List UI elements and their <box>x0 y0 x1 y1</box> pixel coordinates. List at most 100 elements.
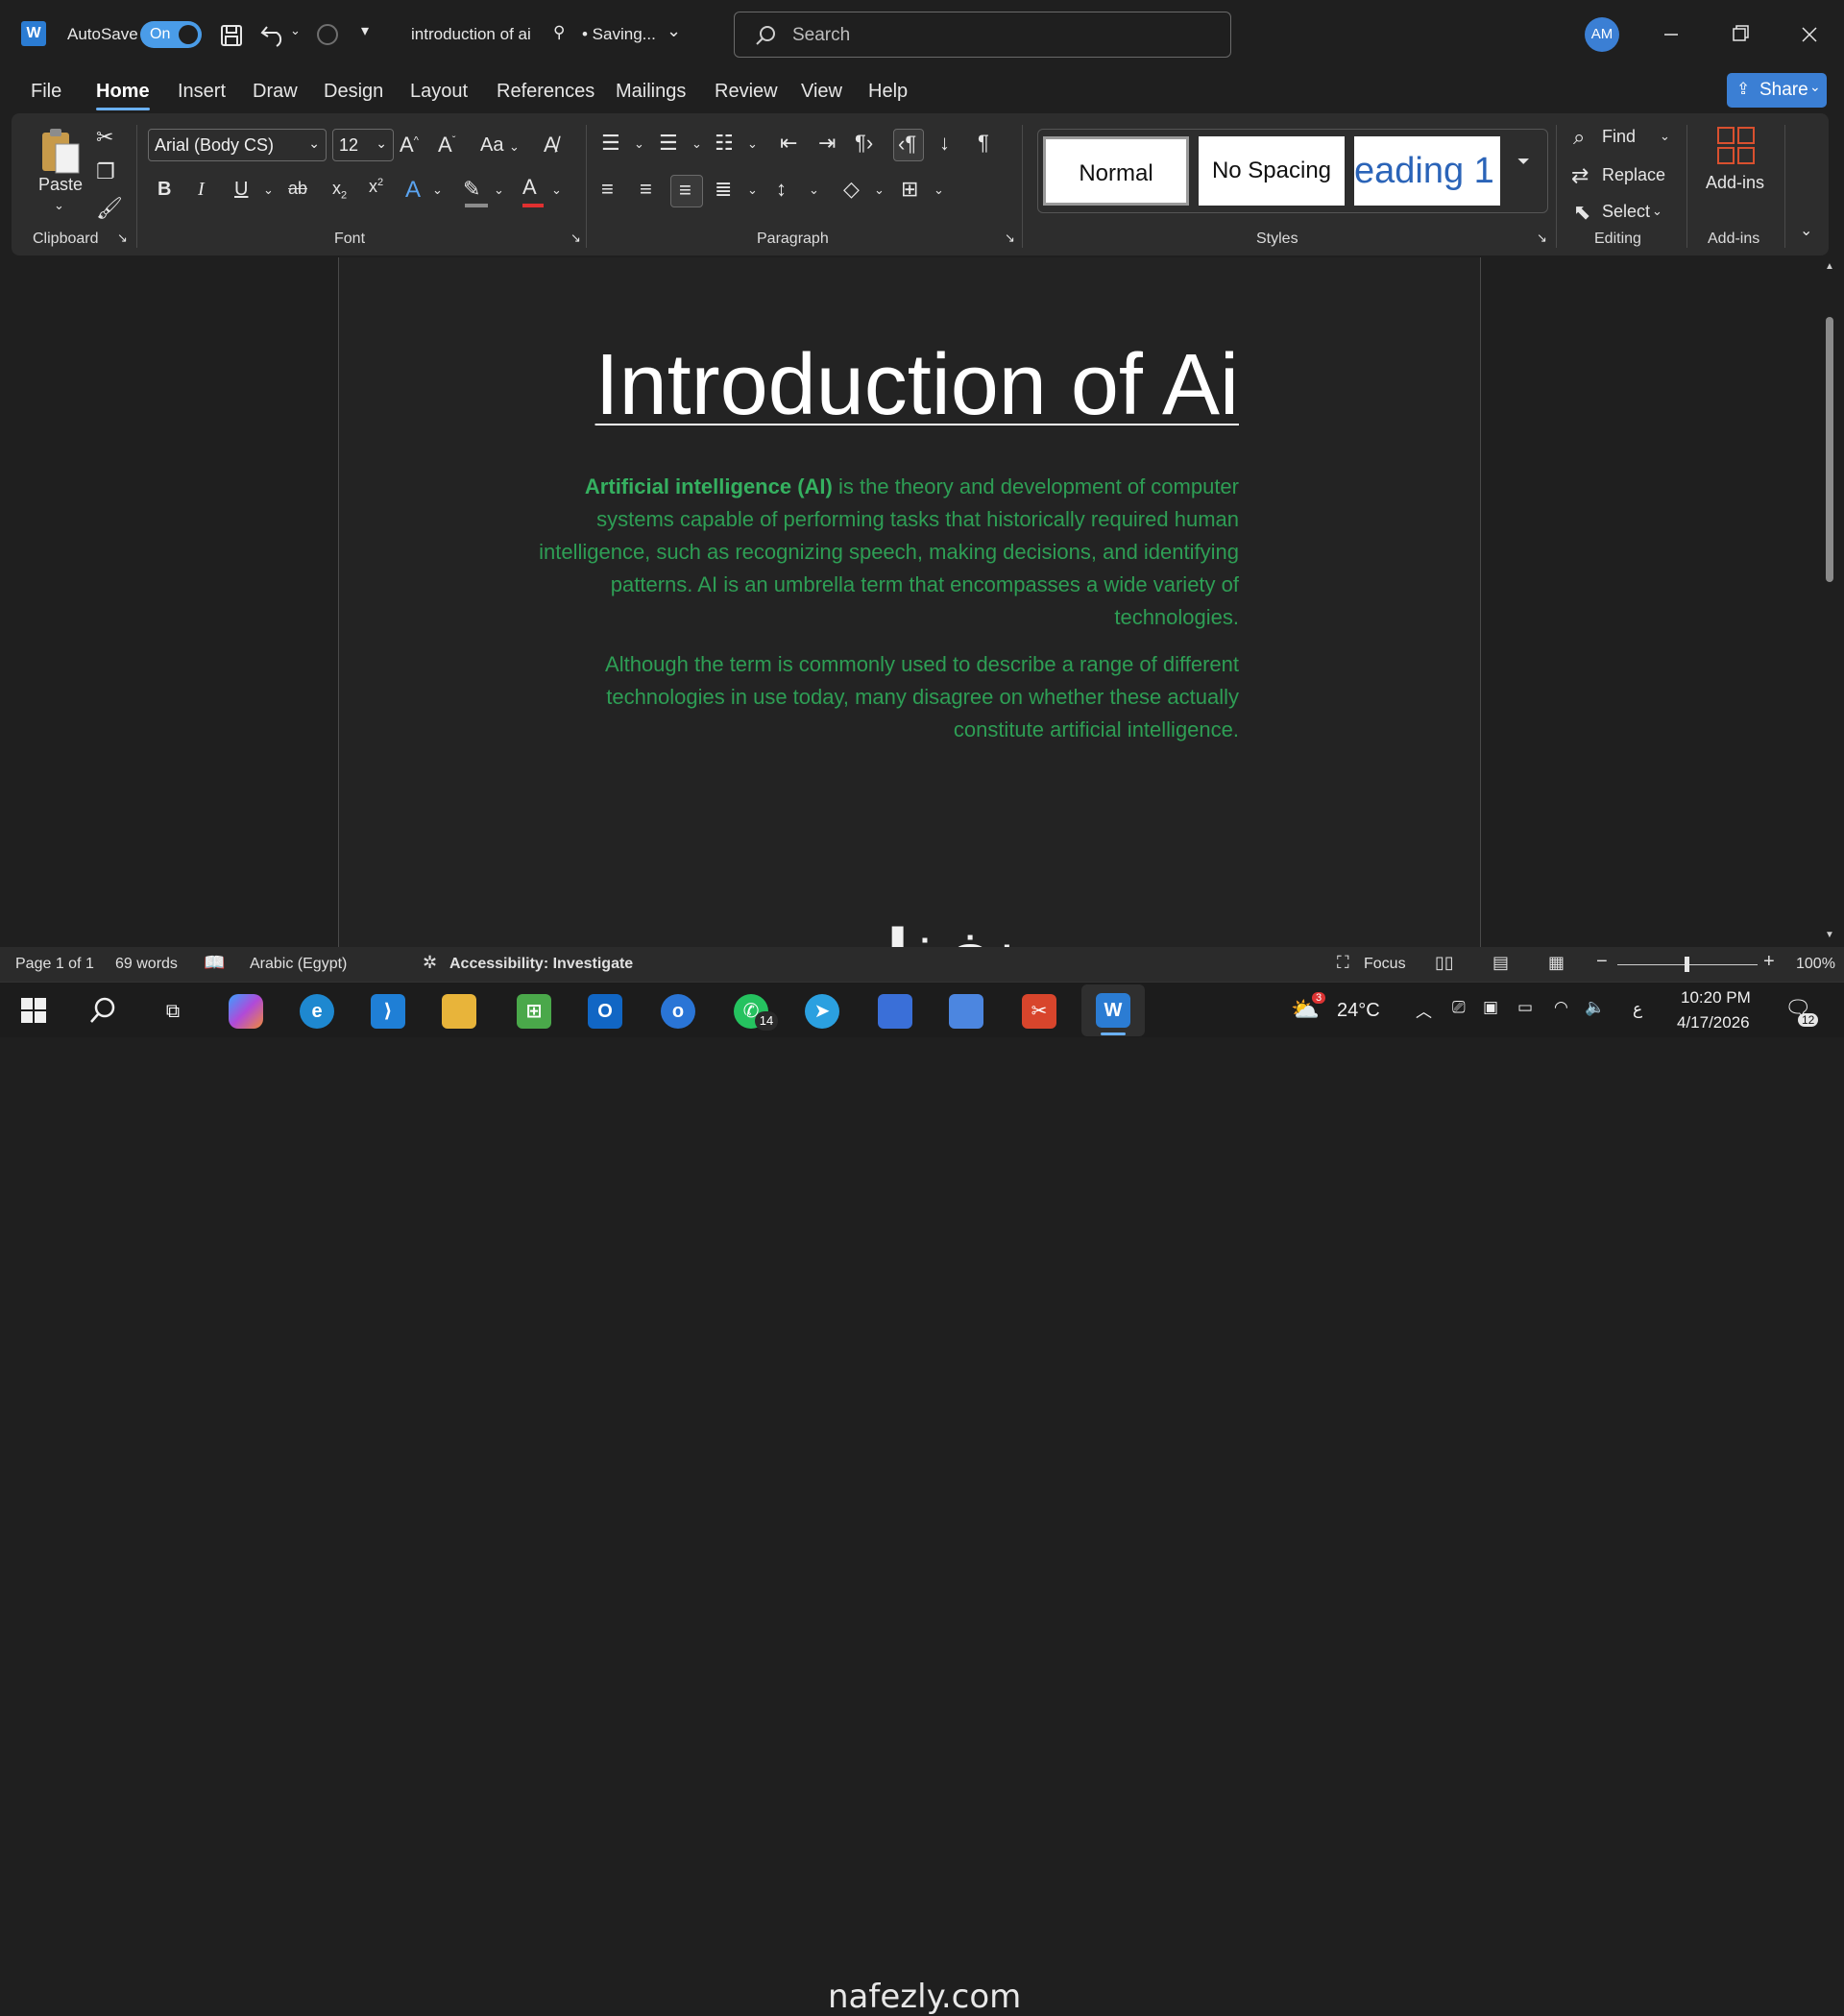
temperature[interactable]: 24°C <box>1337 1000 1380 1022</box>
word-count[interactable]: 69 words <box>115 956 178 973</box>
print-layout-icon[interactable]: ▤ <box>1492 953 1509 973</box>
chevron-down-icon[interactable]: ⌄ <box>874 182 885 198</box>
chevron-down-icon[interactable]: ⌄ <box>692 136 702 152</box>
tab-mailings[interactable]: Mailings <box>616 81 686 103</box>
camera-icon[interactable]: ⎚ <box>1452 998 1466 1017</box>
input-method[interactable]: ع <box>1633 1000 1642 1019</box>
style-no-spacing[interactable]: No Spacing <box>1199 136 1345 206</box>
copy-icon[interactable]: ❐ <box>96 159 115 184</box>
underline-icon[interactable]: U <box>234 179 248 201</box>
chevron-down-icon[interactable]: ⌄ <box>1660 129 1670 144</box>
save-icon[interactable] <box>219 23 244 48</box>
focus-button[interactable]: Focus <box>1364 956 1406 973</box>
replace-button[interactable]: Replace <box>1602 165 1665 185</box>
chevron-down-icon[interactable]: ⌄ <box>747 136 758 152</box>
tab-design[interactable]: Design <box>324 81 383 103</box>
decrease-indent-icon[interactable]: ⇤ <box>780 131 797 156</box>
undo-dropdown-icon[interactable]: ⌄ <box>290 23 301 38</box>
battery-icon[interactable]: ▭ <box>1517 998 1533 1017</box>
tab-help[interactable]: Help <box>868 81 908 103</box>
chevron-down-icon[interactable]: ⌄ <box>54 198 64 213</box>
text-effects-icon[interactable]: A <box>405 177 421 204</box>
avatar[interactable]: AM <box>1585 17 1619 52</box>
copilot-icon[interactable] <box>229 994 263 1029</box>
show-paragraph-marks-icon[interactable]: ¶ <box>978 131 989 156</box>
search-input[interactable]: Search <box>734 12 1231 58</box>
wifi-icon[interactable]: ◠ <box>1554 998 1568 1017</box>
tab-file[interactable]: File <box>31 81 61 103</box>
shading-icon[interactable]: ◇ <box>843 177 860 202</box>
paragraph-1[interactable]: Artificial intelligence (AI) is the theo… <box>538 471 1239 634</box>
increase-indent-icon[interactable]: ⇥ <box>818 131 836 156</box>
align-right-button[interactable]: ≡ <box>670 175 703 207</box>
tab-layout[interactable]: Layout <box>410 81 468 103</box>
grow-font-icon[interactable]: A^ <box>400 133 419 158</box>
ltr-icon[interactable]: ¶› <box>855 131 873 156</box>
chevron-up-icon[interactable]: ︿ <box>1416 998 1432 1022</box>
style-normal[interactable]: Normal <box>1043 136 1189 206</box>
chevron-down-icon[interactable]: ⌄ <box>634 136 644 152</box>
chevron-down-icon[interactable]: ⌄ <box>263 182 274 198</box>
paragraph-2[interactable]: Although the term is commonly used to de… <box>538 648 1239 746</box>
vscode-icon[interactable]: ⟩ <box>371 994 405 1029</box>
vertical-scrollbar[interactable]: ▲ ▼ <box>1823 257 1836 947</box>
tab-view[interactable]: View <box>801 81 842 103</box>
focus-icon[interactable]: ⛶ <box>1337 953 1349 973</box>
tab-references[interactable]: References <box>497 81 594 103</box>
bold-icon[interactable]: B <box>158 179 171 201</box>
undo-icon[interactable] <box>259 21 288 48</box>
chevron-down-icon[interactable]: ⌄ <box>432 182 443 198</box>
minimize-icon[interactable] <box>1652 19 1690 50</box>
tab-insert[interactable]: Insert <box>178 81 226 103</box>
scroll-down-icon[interactable]: ▼ <box>1825 930 1834 940</box>
accessibility-status[interactable]: Accessibility: Investigate <box>449 956 633 973</box>
style-heading-1[interactable]: eading 1 <box>1354 136 1500 206</box>
outlook-icon[interactable]: O <box>588 994 622 1029</box>
read-mode-icon[interactable]: ▯▯ <box>1435 953 1454 973</box>
chevron-down-icon[interactable]: ⌄ <box>747 182 758 198</box>
tab-draw[interactable]: Draw <box>253 81 298 103</box>
language[interactable]: Arabic (Egypt) <box>250 956 347 973</box>
paste-label[interactable]: Paste <box>38 175 83 195</box>
paste-icon[interactable] <box>38 125 83 177</box>
redo-icon[interactable] <box>313 21 342 48</box>
select-button[interactable]: Select <box>1602 202 1650 222</box>
superscript-icon[interactable]: x2 <box>369 177 383 197</box>
sort-icon[interactable]: ↓ <box>939 131 950 156</box>
close-icon[interactable] <box>1790 19 1829 50</box>
file-explorer-icon[interactable] <box>442 994 476 1029</box>
line-spacing-icon[interactable]: ↕ <box>776 177 787 202</box>
telegram-icon[interactable]: ➤ <box>805 994 839 1029</box>
dialog-launcher-icon[interactable]: ↘ <box>1005 231 1015 246</box>
find-button[interactable]: Find <box>1602 127 1636 147</box>
clear-formatting-icon[interactable]: A̸ <box>544 133 558 158</box>
zoom-slider-thumb[interactable] <box>1685 957 1689 972</box>
proofing-icon[interactable]: 📖 <box>204 953 225 973</box>
bullets-icon[interactable]: ☰ <box>601 131 620 156</box>
collapse-ribbon-icon[interactable]: ⌄ <box>1800 221 1812 240</box>
add-ins-button[interactable]: Add-ins <box>1706 173 1764 193</box>
replace-icon[interactable]: ⇄ <box>1571 163 1589 188</box>
search-icon[interactable] <box>88 996 117 1025</box>
styles-more-icon[interactable]: ⏷ <box>1517 154 1530 171</box>
clock-time[interactable]: 10:20 PM <box>1681 988 1751 1008</box>
borders-icon[interactable]: ⊞ <box>901 177 918 202</box>
dialog-launcher-icon[interactable]: ↘ <box>570 231 581 246</box>
outlook-new-icon[interactable]: o <box>661 994 695 1029</box>
accessibility-icon[interactable]: ✲ <box>423 953 437 973</box>
customize-qat-icon[interactable]: ▾ <box>361 21 369 40</box>
autosave-toggle[interactable]: On <box>140 21 202 48</box>
find-icon[interactable]: ⌕ <box>1573 125 1585 150</box>
italic-icon[interactable]: I <box>198 179 205 201</box>
task-view-icon[interactable]: ⧉ <box>156 994 190 1029</box>
justify-icon[interactable]: ≣ <box>715 177 732 202</box>
edge-icon[interactable]: e <box>300 994 334 1029</box>
change-case-button[interactable]: Aa ⌄ <box>480 134 520 157</box>
subscript-icon[interactable]: x2 <box>332 179 347 202</box>
zoom-level[interactable]: 100% <box>1796 956 1835 973</box>
multilevel-list-icon[interactable]: ☷ <box>715 131 734 156</box>
chevron-down-icon[interactable]: ⌄ <box>494 182 504 198</box>
start-icon[interactable] <box>21 998 46 1023</box>
scroll-thumb[interactable] <box>1826 317 1833 582</box>
highlight-icon[interactable]: ✎ <box>463 177 480 202</box>
